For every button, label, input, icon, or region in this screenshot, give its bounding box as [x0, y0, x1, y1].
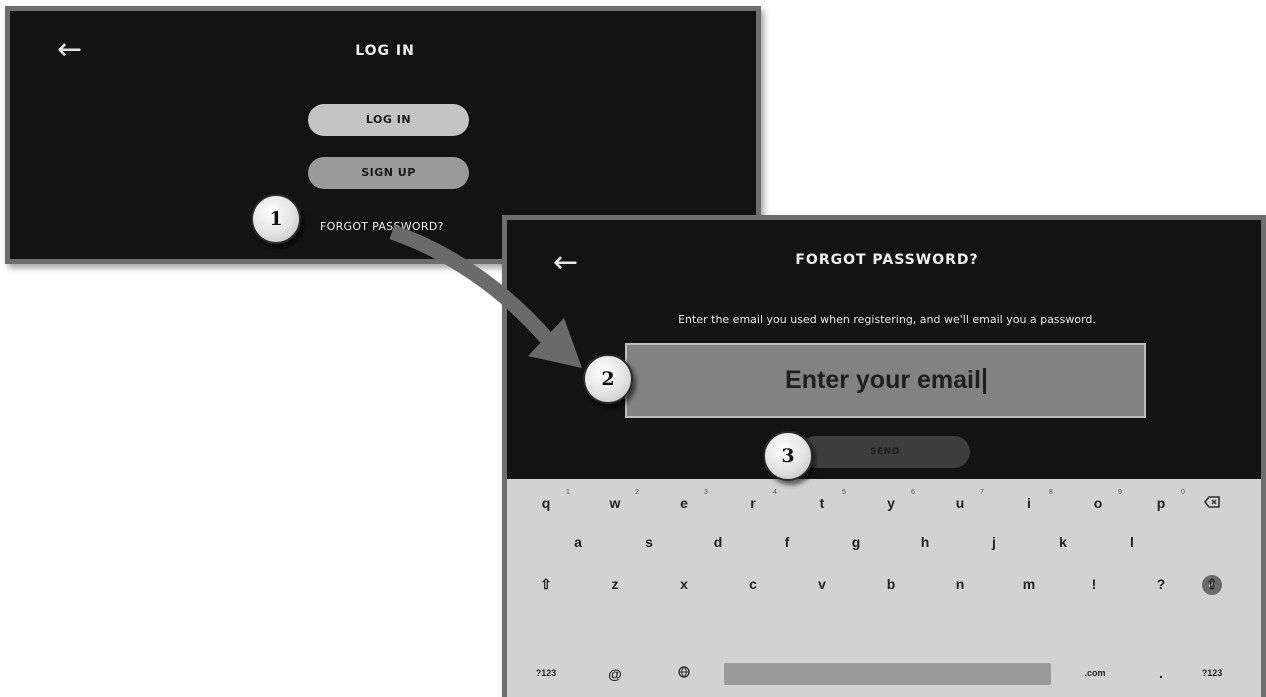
step-badge-3: 3	[763, 431, 813, 481]
flow-arrow	[389, 224, 582, 368]
step-badge-1: 1	[251, 194, 301, 244]
step-badge-2: 2	[583, 354, 633, 404]
